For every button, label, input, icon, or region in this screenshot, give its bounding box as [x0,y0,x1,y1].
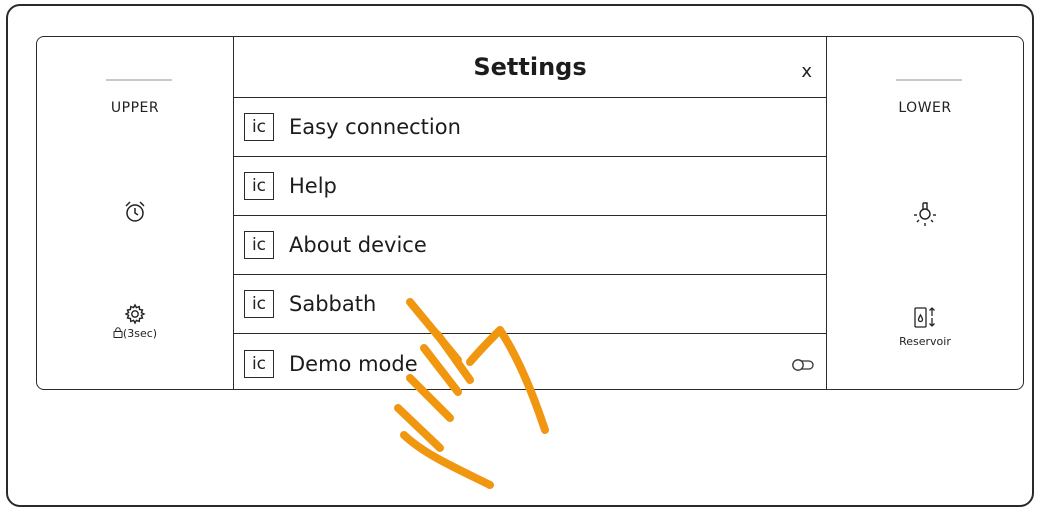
menu-item-label: Easy connection [289,115,461,139]
settings-header: Settings x [234,37,826,98]
alarm-clock-icon[interactable] [37,199,233,225]
lower-controls: LOWER Reservoir [827,37,1023,389]
menu-item-label: Demo mode [289,351,418,376]
menu-item-easy-connection[interactable]: ic Easy connection [234,98,826,157]
item-icon: ic [244,349,274,378]
menu-item-help[interactable]: ic Help [234,157,826,216]
lock-icon [113,327,123,341]
item-icon: ic [244,231,274,259]
light-bulb-icon[interactable] [827,201,1023,227]
menu-item-label: Help [289,174,337,198]
lower-label: LOWER [898,100,952,116]
control-panel: UPPER (3sec) Settings x ic Easy connecti… [36,36,1024,390]
gear-icon[interactable] [37,303,233,325]
menu-item-about-device[interactable]: ic About device [234,216,826,275]
upper-controls: UPPER (3sec) [37,37,233,389]
reservoir-icon[interactable] [827,305,1023,331]
demo-mode-toggle[interactable] [792,357,814,376]
menu-item-demo-mode[interactable]: ic Demo mode [234,334,826,389]
upper-divider [106,79,172,81]
upper-label: UPPER [110,100,160,116]
menu-item-label: About device [289,233,427,257]
settings-menu: Settings x ic Easy connection ic Help ic… [233,37,827,389]
settings-title: Settings [473,53,587,81]
item-icon: ic [244,290,274,318]
item-icon: ic [244,113,274,141]
item-icon: ic [244,172,274,200]
menu-item-sabbath[interactable]: ic Sabbath [234,275,826,334]
lower-divider [896,79,962,81]
reservoir-label: Reservoir [899,335,951,348]
lock-caption: (3sec) [37,327,233,341]
menu-item-label: Sabbath [289,292,377,316]
close-button[interactable]: x [801,61,812,82]
